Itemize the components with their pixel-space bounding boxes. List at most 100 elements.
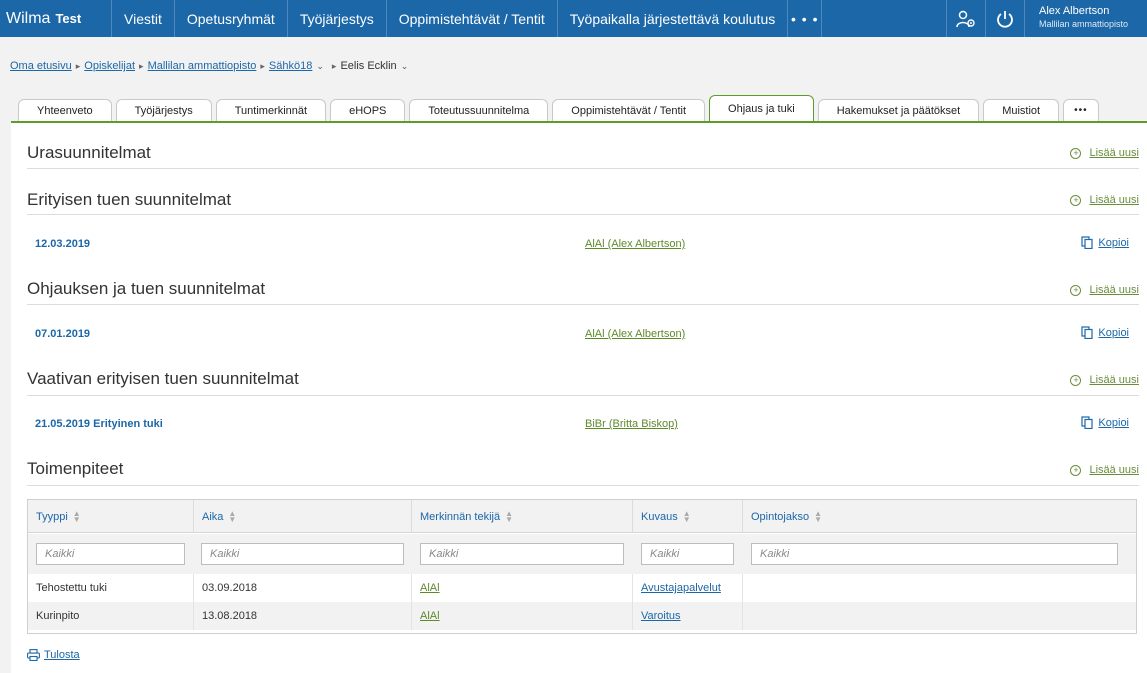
nav-item-assignments[interactable]: Oppimistehtävät / Tentit (387, 0, 558, 37)
cell-type: Kurinpito (28, 602, 194, 630)
chevron-down-icon[interactable]: ⌄ (316, 61, 324, 72)
filter-description-input[interactable] (641, 543, 734, 565)
copy-icon (1081, 416, 1094, 429)
column-header-label: Kuvaus (641, 510, 678, 523)
breadcrumb-school[interactable]: Mallilan ammattiopisto (148, 60, 257, 72)
plus-circle-icon: + (1070, 374, 1082, 386)
tabs-more-button[interactable]: ••• (1063, 99, 1099, 121)
section-title-career-plans: Urasuunnitelmat (27, 143, 151, 162)
divider (27, 214, 1139, 215)
cell-time: 03.09.2018 (194, 574, 412, 602)
sort-icon: ▲ ▼ (814, 508, 823, 524)
plan-date-link[interactable]: 12.03.2019 (35, 238, 90, 250)
tab-lesson-notes[interactable]: Tuntimerkinnät (215, 99, 327, 121)
tab-implementation-plan[interactable]: Toteutussuunnitelma (409, 99, 549, 121)
column-header-time[interactable]: Aika ▲ ▼ (194, 500, 412, 533)
main-content: Urasuunnitelmat + Lisää uusi Erityisen t… (11, 121, 1147, 673)
logout-button[interactable] (985, 0, 1024, 37)
cell-type: Tehostettu tuki (28, 574, 194, 602)
tab-guidance-support[interactable]: Ohjaus ja tuki (709, 95, 814, 121)
sort-icon: ▲ ▼ (682, 508, 691, 524)
top-navigation-bar: Wilma Test Viestit Opetusryhmät Työjärje… (0, 0, 1147, 37)
breadcrumb-students[interactable]: Opiskelijat (84, 60, 135, 72)
add-new-label: Lisää uusi (1089, 464, 1139, 476)
section-title-demanding-special-support: Vaativan erityisen tuen suunnitelmat (27, 369, 299, 388)
chevron-down-icon[interactable]: ⌄ (401, 61, 409, 72)
add-new-label: Lisää uusi (1089, 374, 1139, 386)
tab-memos[interactable]: Muistiot (983, 99, 1060, 121)
brand-suffix: Test (55, 11, 82, 26)
filter-course-input[interactable] (751, 543, 1118, 565)
plan-author-link[interactable]: AlAl (Alex Albertson) (585, 328, 685, 340)
column-header-course[interactable]: Opintojakso ▲ ▼ (743, 500, 1136, 533)
add-new-label: Lisää uusi (1089, 147, 1139, 159)
divider (27, 168, 1139, 169)
column-header-description[interactable]: Kuvaus ▲ ▼ (633, 500, 743, 533)
sort-icon: ▲ ▼ (228, 508, 237, 524)
cell-course (743, 574, 1136, 602)
user-menu[interactable]: Alex Albertson Mallilan ammattiopisto (1024, 0, 1147, 37)
tab-summary[interactable]: Yhteenveto (18, 99, 112, 121)
add-measure-button[interactable]: + Lisää uusi (1070, 464, 1139, 476)
user-settings-button[interactable] (946, 0, 985, 37)
description-link[interactable]: Varoitus (641, 610, 681, 622)
breadcrumb-current-student: Eelis Ecklin (340, 60, 397, 72)
breadcrumb-separator-icon: ▸ (331, 60, 337, 71)
section-title-measures: Toimenpiteet (27, 459, 124, 478)
copy-plan-button[interactable]: Kopioi (1081, 236, 1129, 249)
user-gear-icon (956, 10, 975, 27)
cell-course (743, 602, 1136, 630)
breadcrumb-home[interactable]: Oma etusivu (10, 60, 72, 72)
brand-logo[interactable]: Wilma Test (0, 0, 112, 37)
plan-author-link[interactable]: BiBr (Britta Biskop) (585, 418, 678, 430)
breadcrumb-group[interactable]: Sähkö18 (269, 60, 312, 72)
nav-item-workplace-training[interactable]: Työpaikalla järjestettävä koulutus (558, 0, 789, 37)
tab-schedule[interactable]: Työjärjestys (115, 99, 212, 121)
nav-item-messages[interactable]: Viestit (112, 0, 175, 37)
column-header-label: Tyyppi (36, 510, 68, 523)
author-link[interactable]: AlAl (420, 610, 440, 622)
column-header-label: Aika (202, 510, 224, 523)
measures-table: Tyyppi ▲ ▼ Aika ▲ ▼ Merkinnän tekijä ▲ ▼ Ku… (27, 499, 1137, 634)
description-link[interactable]: Avustajapalvelut (641, 582, 721, 594)
filter-type-input[interactable] (36, 543, 185, 565)
column-header-author[interactable]: Merkinnän tekijä ▲ ▼ (412, 500, 633, 533)
breadcrumb-separator-icon: ▸ (260, 60, 265, 71)
copy-plan-button[interactable]: Kopioi (1081, 416, 1129, 429)
print-button[interactable]: Tulosta (27, 649, 80, 661)
add-career-plan-button[interactable]: + Lisää uusi (1070, 147, 1139, 159)
plan-author-link[interactable]: AlAl (Alex Albertson) (585, 238, 685, 250)
copy-icon (1081, 236, 1094, 249)
cell-author: AlAl (412, 574, 633, 602)
filter-time-input[interactable] (201, 543, 404, 565)
user-name: Alex Albertson (1039, 5, 1110, 17)
add-special-support-button[interactable]: + Lisää uusi (1070, 194, 1139, 206)
tab-ehops[interactable]: eHOPS (330, 99, 406, 121)
breadcrumb: Oma etusivu ▸ Opiskelijat ▸ Mallilan amm… (10, 60, 408, 72)
plus-circle-icon: + (1070, 464, 1082, 476)
divider (27, 395, 1139, 396)
tab-assignments[interactable]: Oppimistehtävät / Tentit (552, 99, 706, 121)
copy-label: Kopioi (1098, 416, 1129, 429)
tab-applications[interactable]: Hakemukset ja päätökset (817, 99, 980, 121)
nav-item-schedule[interactable]: Työjärjestys (288, 0, 387, 37)
add-demanding-support-button[interactable]: + Lisää uusi (1070, 374, 1139, 386)
copy-plan-button[interactable]: Kopioi (1081, 326, 1129, 339)
nav-item-groups[interactable]: Opetusryhmät (175, 0, 288, 37)
add-guidance-plan-button[interactable]: + Lisää uusi (1070, 284, 1139, 296)
divider (27, 304, 1139, 305)
cell-time: 13.08.2018 (194, 602, 412, 630)
plan-date-link[interactable]: 21.05.2019 Erityinen tuki (35, 418, 163, 430)
column-header-type[interactable]: Tyyppi ▲ ▼ (28, 500, 194, 533)
breadcrumb-separator-icon: ▸ (75, 60, 81, 71)
filter-row (28, 534, 1136, 574)
plan-date-link[interactable]: 07.01.2019 (35, 328, 90, 340)
printer-icon (27, 649, 40, 661)
copy-icon (1081, 326, 1094, 339)
table-header-row: Tyyppi ▲ ▼ Aika ▲ ▼ Merkinnän tekijä ▲ ▼ Ku… (28, 500, 1136, 533)
column-header-label: Opintojakso (751, 510, 810, 523)
table-row: Kurinpito 13.08.2018 AlAl Varoitus (28, 602, 1136, 630)
author-link[interactable]: AlAl (420, 582, 440, 594)
filter-author-input[interactable] (420, 543, 624, 565)
nav-more-button[interactable]: • • • (788, 0, 823, 37)
